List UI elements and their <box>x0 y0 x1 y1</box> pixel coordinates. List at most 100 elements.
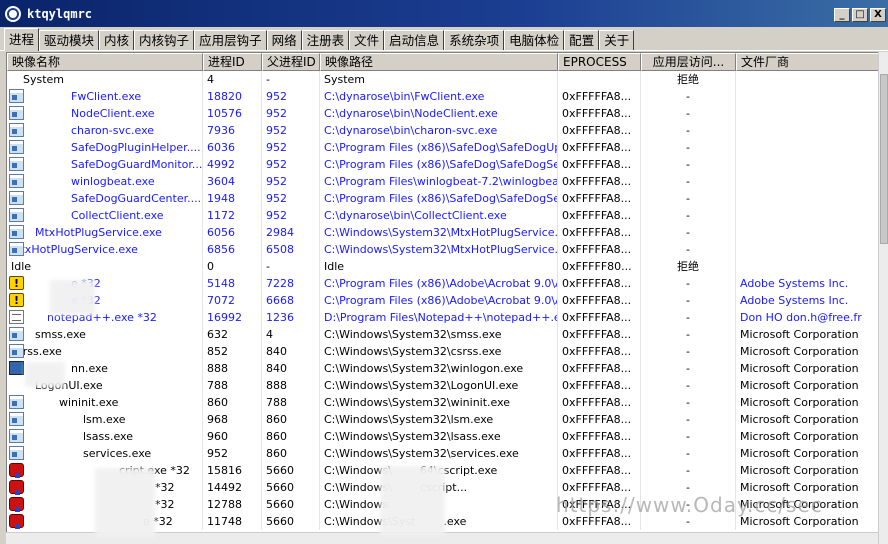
vendor-cell <box>736 241 879 258</box>
access-cell: - <box>641 105 736 122</box>
eprocess-cell: 0xFFFFFA8... <box>558 326 641 343</box>
pid-cell: 6856 <box>203 241 262 258</box>
image-name-cell: winlogbeat.exe <box>7 173 203 190</box>
tab-1[interactable]: 驱动模块 <box>39 30 100 50</box>
table-row[interactable]: SafeDogPluginHelper.... 6036 952 C:\Program… <box>7 139 887 156</box>
pid-cell: 952 <box>203 445 262 462</box>
table-row[interactable]: MtxHotPlugService.exe 6856 6508 C:\Windows\… <box>7 241 887 258</box>
access-cell: - <box>641 122 736 139</box>
window-icon <box>9 208 24 222</box>
image-name-cell: lsass.exe <box>7 428 203 445</box>
vendor-cell: Adobe Systems Inc. <box>736 275 879 292</box>
ppid-cell: 952 <box>262 156 320 173</box>
column-header[interactable]: 映像名称 <box>7 53 203 71</box>
table-row[interactable]: Idle 0- Idle 0xFFFFF80... 拒绝 <box>7 258 887 275</box>
table-row[interactable]: services.exe 952 860 C:\Windows\System32\se… <box>7 445 887 462</box>
column-header[interactable]: EPROCESS <box>558 53 641 71</box>
notepad-icon <box>9 310 24 324</box>
table-row[interactable]: LogonUI.exe 788 888 C:\Windows\System32\Log… <box>7 377 887 394</box>
tab-6[interactable]: 注册表 <box>301 30 350 50</box>
image-name-cell: wininit.exe <box>7 394 203 411</box>
table-row[interactable]: smss.exe 632 4 C:\Windows\System32\smss.exe… <box>7 326 887 343</box>
eprocess-cell: 0xFFFFFA8... <box>558 275 641 292</box>
image-name-cell: Idle <box>7 258 203 275</box>
table-row[interactable]: lsass.exe 960 860 C:\Windows\System32\lsass… <box>7 428 887 445</box>
column-header[interactable]: 父进程ID <box>262 53 320 71</box>
table-row[interactable]: e *3251487228C:\Program Files (x86)\Adob… <box>7 275 887 292</box>
red-icon <box>9 497 24 512</box>
path-cell: C:\Windows\System32\MtxHotPlugService.ex… <box>320 224 558 241</box>
vertical-scrollbar[interactable] <box>878 52 888 544</box>
path-cell: C:\Windows\System32\lsass.exe <box>320 428 558 445</box>
column-header[interactable]: 进程ID <box>203 53 262 71</box>
process-name: MtxHotPlugService.exe <box>11 243 138 256</box>
tab-0[interactable]: 进程 <box>4 28 40 51</box>
access-cell: - <box>641 326 736 343</box>
table-row[interactable]: NodeClient.exe 10576 952 C:\dynarose\bin\No… <box>7 105 887 122</box>
ppid-cell: 5660 <box>262 479 320 496</box>
ppid-cell: 6508 <box>262 241 320 258</box>
table-row[interactable]: SafeDogGuardCenter.... 1948 952 C:\Program … <box>7 190 887 207</box>
access-cell: - <box>641 190 736 207</box>
minimize-button[interactable]: _ <box>834 8 850 22</box>
pid-cell: 6056 <box>203 224 262 241</box>
ppid-cell: 860 <box>262 428 320 445</box>
vendor-cell <box>736 156 879 173</box>
eprocess-cell: 0xFFFFFA8... <box>558 139 641 156</box>
title-bar: ktqylqmrc _ □ X <box>0 0 888 27</box>
scroll-thumb[interactable] <box>880 74 888 244</box>
tab-3[interactable]: 内核钩子 <box>134 30 195 50</box>
app-icon <box>5 5 21 22</box>
red-icon <box>9 480 24 495</box>
tab-7[interactable]: 文件 <box>349 30 385 50</box>
eprocess-cell: 0xFFFFFA8... <box>558 88 641 105</box>
image-name-cell: SafeDogPluginHelper.... <box>7 139 203 156</box>
process-name: SafeDogGuardCenter.... <box>71 192 202 205</box>
path-cell: C:\Windows\System32\MtxHotPlugService.ex… <box>320 241 558 258</box>
tab-9[interactable]: 系统杂项 <box>444 30 505 50</box>
table-row[interactable]: FwClient.exe 18820 952 C:\dynarose\bin\FwCl… <box>7 88 887 105</box>
tab-4[interactable]: 应用层钩子 <box>194 30 267 50</box>
tab-2[interactable]: 内核 <box>99 30 135 50</box>
table-row[interactable]: e *3270726668C:\Program Files (x86)\Adob… <box>7 292 887 309</box>
table-row[interactable]: System 4- System 拒绝 <box>7 71 887 88</box>
path-tail: .exe <box>443 515 467 528</box>
table-row[interactable]: lsm.exe 968 860 C:\Windows\System32\lsm.exe… <box>7 411 887 428</box>
access-cell: - <box>641 173 736 190</box>
table-row[interactable]: nn.exe 888 840 C:\Windows\System32\winlogon… <box>7 360 887 377</box>
column-header[interactable]: 映像路径 <box>320 53 558 71</box>
table-row[interactable]: winlogbeat.exe 3604 952 C:\Program Files\wi… <box>7 173 887 190</box>
pid-cell: 7072 <box>203 292 262 309</box>
image-name-cell: services.exe <box>7 445 203 462</box>
tab-11[interactable]: 配置 <box>564 30 600 50</box>
tab-8[interactable]: 启动信息 <box>384 30 445 50</box>
vendor-cell <box>736 139 879 156</box>
path-cell: C:\Windows\System32\LogonUI.exe <box>320 377 558 394</box>
tab-12[interactable]: 关于 <box>599 30 635 50</box>
vendor-cell <box>736 105 879 122</box>
process-name: winlogbeat.exe <box>71 175 155 188</box>
pid-cell: 3604 <box>203 173 262 190</box>
table-row[interactable]: SafeDogGuardMonitor.... 4992 952 C:\Program… <box>7 156 887 173</box>
table-row[interactable]: CollectClient.exe 1172 952 C:\dynarose\bin\… <box>7 207 887 224</box>
table-row[interactable]: wininit.exe 860 788 C:\Windows\System32\win… <box>7 394 887 411</box>
eprocess-cell: 0xFFFFFA8... <box>558 445 641 462</box>
pid-cell: 4992 <box>203 156 262 173</box>
close-button[interactable]: X <box>870 8 886 22</box>
tab-10[interactable]: 电脑体检 <box>504 30 565 50</box>
maximize-button[interactable]: □ <box>852 8 868 22</box>
access-cell: - <box>641 377 736 394</box>
pid-cell: 18820 <box>203 88 262 105</box>
column-header[interactable]: 应用层访问... <box>641 53 736 71</box>
list-header: 映像名称 进程ID 父进程ID 映像路径 EPROCESS 应用层访问... 文件厂商 <box>7 53 887 71</box>
vendor-cell <box>736 71 879 88</box>
table-row[interactable]: notepad++.exe *32 16992 1236 D:\Program Fil… <box>7 309 887 326</box>
tab-5[interactable]: 网络 <box>266 30 302 50</box>
column-header[interactable]: 文件厂商 <box>736 53 879 71</box>
table-row[interactable]: csrss.exe 852 840 C:\Windows\System32\csrss… <box>7 343 887 360</box>
pid-cell: 14492 <box>203 479 262 496</box>
table-row[interactable]: MtxHotPlugService.exe 6056 2984 C:\Windows\… <box>7 224 887 241</box>
image-name-cell: smss.exe <box>7 326 203 343</box>
image-name-cell: SafeDogGuardCenter.... <box>7 190 203 207</box>
table-row[interactable]: charon-svc.exe 7936 952 C:\dynarose\bin\cha… <box>7 122 887 139</box>
